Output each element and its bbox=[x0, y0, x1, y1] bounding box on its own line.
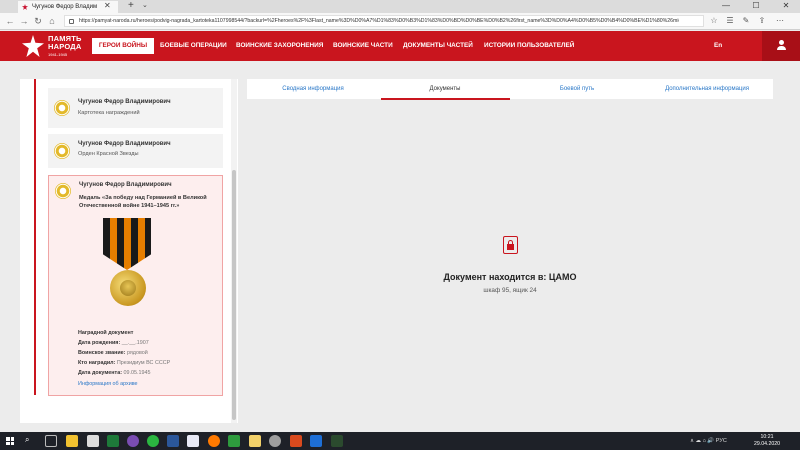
notes-icon[interactable]: ✎ bbox=[740, 16, 752, 26]
nav-heroes[interactable]: ГЕРОИ ВОЙНЫ bbox=[92, 38, 154, 54]
tab-summary[interactable]: Сводная информация bbox=[247, 79, 379, 99]
medal-icon bbox=[54, 100, 70, 116]
viber-icon[interactable] bbox=[127, 435, 139, 447]
award-card[interactable]: Чугунов Федор Владимирович Орден Красной… bbox=[48, 134, 223, 168]
card-person-name: Чугунов Федор Владимирович bbox=[78, 99, 171, 105]
edge-icon[interactable] bbox=[310, 435, 322, 447]
task-view-icon[interactable] bbox=[45, 435, 57, 447]
card-person-name: Чугунов Федор Владимирович bbox=[78, 141, 171, 147]
tab-documents[interactable]: Документы bbox=[379, 79, 511, 99]
clock-time: 10:21 bbox=[760, 434, 774, 440]
nav-operations[interactable]: БОЕВЫЕ ОПЕРАЦИИ bbox=[160, 41, 227, 51]
medal-icon bbox=[55, 183, 71, 199]
hub-icon[interactable]: ☰ bbox=[724, 16, 736, 26]
system-tray[interactable]: ∧ ☁ ⌂ 🔊 РУС bbox=[690, 436, 727, 446]
document-location-detail: шкаф 95, ящик 24 bbox=[483, 287, 537, 294]
window-close-button[interactable]: ✕ bbox=[772, 0, 800, 12]
settings-icon[interactable] bbox=[269, 435, 281, 447]
browser-tab-title: Чугунов Федор Владим bbox=[32, 4, 98, 10]
folder-icon[interactable] bbox=[249, 435, 261, 447]
windows-start-icon[interactable] bbox=[6, 437, 14, 445]
medal-icon bbox=[54, 143, 70, 159]
archive-info-link[interactable]: Информация об архиве bbox=[78, 380, 138, 388]
field-rank: Воинское звание: рядовой bbox=[78, 350, 148, 356]
word-icon[interactable] bbox=[167, 435, 179, 447]
medal-face-image bbox=[120, 280, 136, 296]
spreadsheet-icon[interactable] bbox=[228, 435, 240, 447]
url-text: https://pamyat-naroda.ru/heroes/podvig-n… bbox=[79, 18, 679, 24]
site-favicon-icon bbox=[22, 4, 28, 10]
new-tab-button[interactable]: + bbox=[128, 0, 134, 12]
hero-tabs: Сводная информация Документы Боевой путь… bbox=[247, 79, 773, 99]
tab-close-icon[interactable]: ✕ bbox=[104, 0, 111, 12]
nav-user-stories[interactable]: ИСТОРИИ ПОЛЬЗОВАТЕЛЕЙ bbox=[484, 41, 574, 51]
left-scrollbar-thumb[interactable] bbox=[232, 170, 236, 420]
lock-icon bbox=[69, 19, 74, 24]
field-birth-date: Дата рождения: __.__.1907 bbox=[78, 340, 149, 346]
firefox-icon[interactable] bbox=[208, 435, 220, 447]
windows-taskbar: ⌕ ∧ ☁ ⌂ 🔊 РУС 10:21 29.04.2020 bbox=[0, 432, 800, 450]
edge-legacy-icon[interactable] bbox=[187, 435, 199, 447]
calculator-icon[interactable] bbox=[87, 435, 99, 447]
url-input[interactable]: https://pamyat-naroda.ru/heroes/podvig-n… bbox=[64, 15, 704, 27]
browser-address-bar: ← → ↻ ⌂ https://pamyat-naroda.ru/heroes/… bbox=[0, 13, 800, 30]
tab-list-button[interactable]: ⌄ bbox=[142, 0, 148, 12]
site-logo[interactable]: ПАМЯТЬ НАРОДА bbox=[48, 35, 82, 51]
more-menu-icon[interactable]: ⋯ bbox=[774, 16, 786, 26]
clock-date: 29.04.2020 bbox=[754, 441, 780, 447]
card-subtitle: Картотека награждений bbox=[78, 110, 140, 116]
excel-icon[interactable] bbox=[107, 435, 119, 447]
award-card[interactable]: Чугунов Федор Владимирович Картотека наг… bbox=[48, 88, 223, 128]
document-location-title: Документ находится в: ЦАМО bbox=[443, 272, 577, 282]
site-header: ПАМЯТЬ НАРОДА 1941-1945 ГЕРОИ ВОЙНЫ БОЕВ… bbox=[0, 31, 800, 61]
window-minimize-button[interactable]: — bbox=[712, 0, 740, 12]
home-icon[interactable]: ⌂ bbox=[46, 15, 58, 27]
powerpoint-icon[interactable] bbox=[290, 435, 302, 447]
logo-line-2: НАРОДА bbox=[48, 42, 82, 51]
user-icon bbox=[776, 40, 786, 51]
refresh-icon[interactable]: ↻ bbox=[32, 15, 44, 27]
browser-tab-bar: Чугунов Федор Владим ✕ + ⌄ — ☐ ✕ bbox=[0, 0, 800, 13]
tab-combat-path[interactable]: Боевой путь bbox=[511, 79, 643, 99]
logo-years: 1941-1945 bbox=[48, 52, 68, 57]
document-heading: Наградной документ bbox=[78, 330, 134, 336]
share-icon[interactable]: ⇪ bbox=[756, 16, 768, 26]
tab-additional-info[interactable]: Дополнительная информация bbox=[641, 79, 773, 99]
language-switch[interactable]: En bbox=[714, 41, 722, 51]
back-arrow-icon[interactable]: ← bbox=[4, 15, 16, 27]
card-subtitle: Орден Красной Звезды bbox=[78, 151, 139, 157]
field-document-date: Дата документа: 09.05.1945 bbox=[78, 370, 151, 376]
active-tab-indicator bbox=[381, 98, 510, 100]
nav-units[interactable]: ВОИНСКИЕ ЧАСТИ bbox=[333, 41, 393, 51]
favorites-star-icon[interactable]: ☆ bbox=[708, 16, 720, 26]
forward-arrow-icon[interactable]: → bbox=[18, 15, 30, 27]
whatsapp-icon[interactable] bbox=[147, 435, 159, 447]
field-awarded-by: Кто наградил: Президиум ВС СССР bbox=[78, 360, 171, 366]
locked-document-icon bbox=[503, 236, 518, 254]
card-award-title: Медаль «За победу над Германией в Велико… bbox=[79, 195, 207, 209]
user-account-button[interactable] bbox=[762, 31, 800, 61]
file-explorer-icon[interactable] bbox=[66, 435, 78, 447]
browser-tab[interactable]: Чугунов Федор Владим bbox=[18, 1, 118, 13]
app-icon[interactable] bbox=[331, 435, 343, 447]
card-person-name: Чугунов Федор Владимирович bbox=[79, 182, 172, 188]
nav-burials[interactable]: ВОИНСКИЕ ЗАХОРОНЕНИЯ bbox=[236, 41, 323, 51]
timeline-line bbox=[34, 79, 36, 395]
logo-star-icon[interactable] bbox=[22, 35, 44, 57]
taskbar-clock[interactable]: 10:21 29.04.2020 bbox=[752, 434, 782, 448]
window-maximize-button[interactable]: ☐ bbox=[742, 0, 770, 12]
search-icon[interactable]: ⌕ bbox=[25, 435, 35, 445]
nav-unit-documents[interactable]: ДОКУМЕНТЫ ЧАСТЕЙ bbox=[403, 41, 473, 51]
